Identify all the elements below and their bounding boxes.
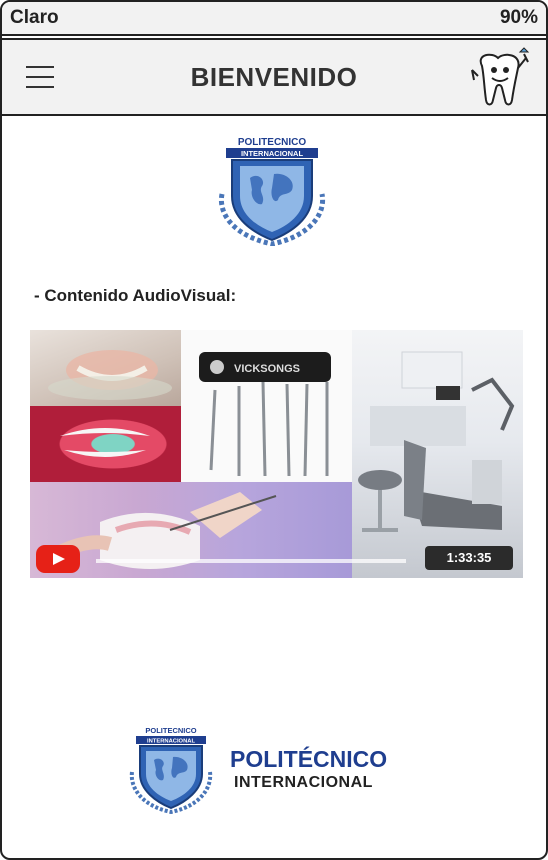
thumbnail-denture-mold [30, 330, 181, 406]
logo-line2: INTERNACIONAL [241, 149, 303, 158]
tool-kit-label: VICKSONGS [234, 363, 300, 375]
thumbnail-teeth-closeup [30, 406, 181, 482]
footer-institution-subtitle: INTERNACIONAL [234, 774, 373, 791]
carrier-label: Claro [10, 7, 59, 28]
status-bar: Claro 90% [2, 2, 546, 36]
thumbnail-dental-tools: VICKSONGS [181, 330, 352, 482]
footer-politecnico-logo-icon: POLITECNICO INTERNACIONAL [129, 726, 213, 814]
top-nav-bar: BIENVENIDO [2, 38, 546, 116]
youtube-play-icon[interactable] [36, 545, 80, 573]
thumbnail-dental-chair [352, 330, 523, 578]
footer-logo-line2: INTERNACIONAL [147, 739, 195, 745]
page-title: BIENVENIDO [190, 62, 358, 92]
logo-line1: POLITECNICO [238, 137, 307, 148]
video-progress-bar[interactable] [96, 559, 406, 563]
footer-institution-name: POLITÉCNICO [230, 746, 388, 772]
video-player[interactable]: VICKSONGS 1:33:35 [30, 330, 523, 578]
politecnico-logo-icon: POLITECNICO INTERNACIONAL [218, 136, 326, 246]
video-duration: 1:33:35 [425, 546, 513, 570]
tooth-mascot-icon [471, 47, 530, 106]
battery-label: 90% [499, 7, 538, 28]
footer-logo-line1: POLITECNICO [145, 726, 196, 735]
section-heading: - Contenido AudioVisual: [34, 286, 237, 305]
app-frame: Claro 90% BIENVENIDO POLITECNICO INTERNA… [0, 0, 548, 860]
